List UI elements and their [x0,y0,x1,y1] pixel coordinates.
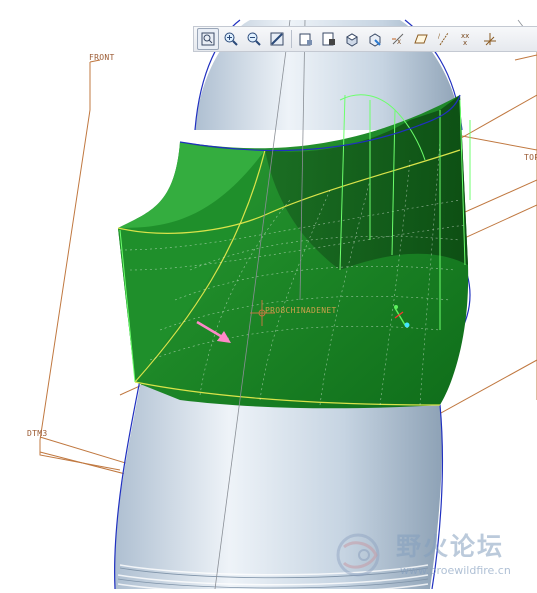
watermark-url: www.proewildfire.cn [400,564,511,577]
svg-text:X: X [397,39,401,46]
model-graphics[interactable] [0,0,537,593]
svg-text:/: / [438,33,441,40]
zoom-in-icon [224,32,238,46]
zoom-out-button[interactable] [243,28,265,50]
view-toolbar: X / xx x [193,26,537,52]
datum-label-top: TOP [524,153,537,162]
repaint-icon [270,32,284,46]
view-manager-button[interactable] [364,28,386,50]
coordinate-systems-icon [484,33,496,46]
datum-axes-icon: / [438,32,449,46]
center-label: PRO8CHINADENET [265,306,337,315]
refit-button[interactable] [197,28,219,50]
repaint-button[interactable] [266,28,288,50]
display-style-icon [346,33,358,47]
watermark-title: 野火论坛 [396,532,505,561]
datum-planes-button[interactable] [410,28,432,50]
spin-center-button[interactable]: X [387,28,409,50]
saved-views-button[interactable] [318,28,340,50]
datum-label-dtm3: DTM3 [27,429,48,438]
datum-plane-front[interactable] [39,59,121,471]
saved-views-icon [322,32,335,46]
toolbar-separator [291,30,292,48]
proewildfire-logo-icon [336,533,380,577]
view-manager-icon [369,33,381,47]
display-style-button[interactable] [341,28,363,50]
spin-center-icon: X [392,33,404,46]
svg-text:x: x [463,39,467,47]
datum-planes-icon [414,34,428,44]
coordinate-systems-button[interactable] [479,28,501,50]
refit-icon [201,32,215,46]
reorient-icon [299,33,312,46]
datum-points-icon: xxx [461,32,469,47]
model-viewport[interactable]: FRONT DTM3 TOP PRO8CHINADENET [0,0,537,593]
zoom-out-icon [247,32,261,46]
datum-label-front: FRONT [89,53,115,62]
reorient-button[interactable] [295,28,317,50]
green-surface[interactable] [117,94,471,409]
datum-points-button[interactable]: xx x [456,28,478,50]
zoom-in-button[interactable] [220,28,242,50]
datum-axes-button[interactable]: / [433,28,455,50]
watermark: 野火论坛 www.proewildfire.cn [326,521,537,589]
